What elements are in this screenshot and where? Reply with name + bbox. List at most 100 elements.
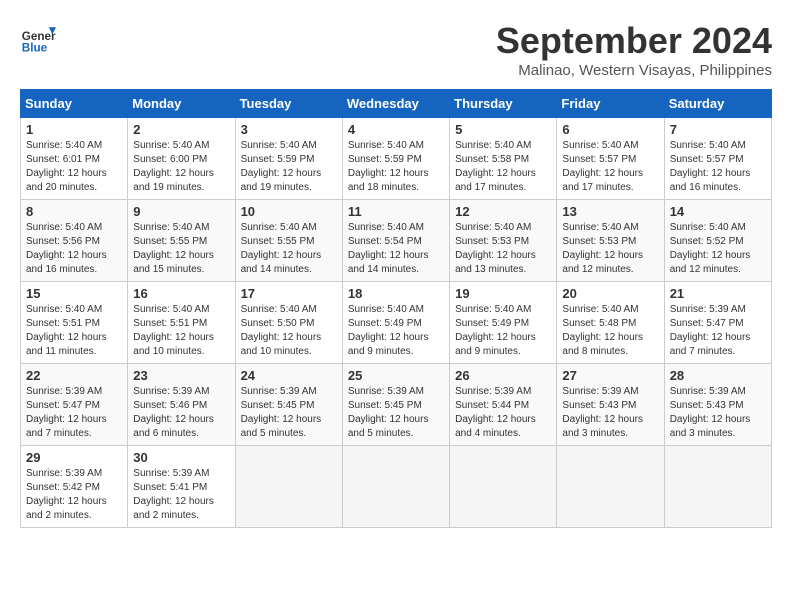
calendar-cell: 9 Sunrise: 5:40 AM Sunset: 5:55 PM Daylig… bbox=[128, 200, 235, 282]
day-number: 16 bbox=[133, 286, 229, 301]
day-info: Sunrise: 5:40 AM Sunset: 5:56 PM Dayligh… bbox=[26, 221, 122, 277]
day-number: 15 bbox=[26, 286, 122, 301]
calendar-cell: 10 Sunrise: 5:40 AM Sunset: 5:55 PM Dayli… bbox=[235, 200, 342, 282]
title-block: September 2024 Malinao, Western Visayas,… bbox=[496, 20, 772, 79]
day-number: 19 bbox=[455, 286, 551, 301]
calendar-week-3: 15 Sunrise: 5:40 AM Sunset: 5:51 PM Dayli… bbox=[21, 282, 772, 364]
calendar-cell: 17 Sunrise: 5:40 AM Sunset: 5:50 PM Dayli… bbox=[235, 282, 342, 364]
calendar-cell: 6 Sunrise: 5:40 AM Sunset: 5:57 PM Daylig… bbox=[557, 118, 664, 200]
calendar-cell: 21 Sunrise: 5:39 AM Sunset: 5:47 PM Dayli… bbox=[664, 282, 771, 364]
calendar-cell: 29 Sunrise: 5:39 AM Sunset: 5:42 PM Dayli… bbox=[21, 446, 128, 528]
day-number: 6 bbox=[562, 122, 658, 137]
day-info: Sunrise: 5:39 AM Sunset: 5:43 PM Dayligh… bbox=[670, 385, 766, 441]
day-info: Sunrise: 5:39 AM Sunset: 5:44 PM Dayligh… bbox=[455, 385, 551, 441]
calendar-cell: 12 Sunrise: 5:40 AM Sunset: 5:53 PM Dayli… bbox=[450, 200, 557, 282]
calendar-cell: 28 Sunrise: 5:39 AM Sunset: 5:43 PM Dayli… bbox=[664, 364, 771, 446]
day-number: 7 bbox=[670, 122, 766, 137]
day-number: 13 bbox=[562, 204, 658, 219]
calendar-week-2: 8Sunrise: 5:40 AM Sunset: 5:56 PM Daylig… bbox=[21, 200, 772, 282]
day-number: 28 bbox=[670, 368, 766, 383]
location-subtitle: Malinao, Western Visayas, Philippines bbox=[496, 62, 772, 79]
calendar-cell: 30 Sunrise: 5:39 AM Sunset: 5:41 PM Dayli… bbox=[128, 446, 235, 528]
day-number: 4 bbox=[348, 122, 444, 137]
calendar-cell bbox=[235, 446, 342, 528]
day-info: Sunrise: 5:39 AM Sunset: 5:45 PM Dayligh… bbox=[241, 385, 337, 441]
day-info: Sunrise: 5:40 AM Sunset: 5:59 PM Dayligh… bbox=[348, 139, 444, 195]
calendar-cell: 14 Sunrise: 5:40 AM Sunset: 5:52 PM Dayli… bbox=[664, 200, 771, 282]
day-number: 26 bbox=[455, 368, 551, 383]
day-info: Sunrise: 5:40 AM Sunset: 5:51 PM Dayligh… bbox=[133, 303, 229, 359]
day-info: Sunrise: 5:40 AM Sunset: 6:00 PM Dayligh… bbox=[133, 139, 229, 195]
day-header-monday: Monday bbox=[128, 90, 235, 118]
day-info: Sunrise: 5:39 AM Sunset: 5:46 PM Dayligh… bbox=[133, 385, 229, 441]
calendar-cell bbox=[450, 446, 557, 528]
day-info: Sunrise: 5:40 AM Sunset: 5:55 PM Dayligh… bbox=[133, 221, 229, 277]
day-info: Sunrise: 5:40 AM Sunset: 5:53 PM Dayligh… bbox=[562, 221, 658, 277]
calendar-cell: 2 Sunrise: 5:40 AM Sunset: 6:00 PM Daylig… bbox=[128, 118, 235, 200]
day-header-tuesday: Tuesday bbox=[235, 90, 342, 118]
day-number: 23 bbox=[133, 368, 229, 383]
calendar-cell: 3Sunrise: 5:40 AM Sunset: 5:59 PM Daylig… bbox=[235, 118, 342, 200]
day-info: Sunrise: 5:39 AM Sunset: 5:42 PM Dayligh… bbox=[26, 467, 122, 523]
calendar-cell: 19 Sunrise: 5:40 AM Sunset: 5:49 PM Dayli… bbox=[450, 282, 557, 364]
day-header-saturday: Saturday bbox=[664, 90, 771, 118]
day-info: Sunrise: 5:40 AM Sunset: 5:49 PM Dayligh… bbox=[455, 303, 551, 359]
day-info: Sunrise: 5:40 AM Sunset: 5:51 PM Dayligh… bbox=[26, 303, 122, 359]
calendar-cell: 8Sunrise: 5:40 AM Sunset: 5:56 PM Daylig… bbox=[21, 200, 128, 282]
day-info: Sunrise: 5:39 AM Sunset: 5:47 PM Dayligh… bbox=[26, 385, 122, 441]
day-header-friday: Friday bbox=[557, 90, 664, 118]
day-number: 27 bbox=[562, 368, 658, 383]
day-info: Sunrise: 5:40 AM Sunset: 5:54 PM Dayligh… bbox=[348, 221, 444, 277]
day-number: 10 bbox=[241, 204, 337, 219]
logo-icon: General Blue bbox=[20, 20, 56, 56]
calendar-cell: 15 Sunrise: 5:40 AM Sunset: 5:51 PM Dayli… bbox=[21, 282, 128, 364]
calendar-cell: 26 Sunrise: 5:39 AM Sunset: 5:44 PM Dayli… bbox=[450, 364, 557, 446]
day-number: 11 bbox=[348, 204, 444, 219]
day-number: 30 bbox=[133, 450, 229, 465]
calendar-cell bbox=[342, 446, 449, 528]
calendar-body: 1Sunrise: 5:40 AM Sunset: 6:01 PM Daylig… bbox=[21, 118, 772, 528]
day-info: Sunrise: 5:40 AM Sunset: 5:55 PM Dayligh… bbox=[241, 221, 337, 277]
calendar-table: SundayMondayTuesdayWednesdayThursdayFrid… bbox=[20, 89, 772, 528]
day-info: Sunrise: 5:40 AM Sunset: 5:49 PM Dayligh… bbox=[348, 303, 444, 359]
calendar-cell bbox=[557, 446, 664, 528]
day-number: 24 bbox=[241, 368, 337, 383]
day-number: 14 bbox=[670, 204, 766, 219]
day-number: 2 bbox=[133, 122, 229, 137]
calendar-cell: 24 Sunrise: 5:39 AM Sunset: 5:45 PM Dayli… bbox=[235, 364, 342, 446]
svg-text:Blue: Blue bbox=[22, 42, 48, 55]
day-number: 20 bbox=[562, 286, 658, 301]
logo: General Blue bbox=[20, 20, 56, 56]
day-number: 29 bbox=[26, 450, 122, 465]
page-header: General Blue September 2024 Malinao, Wes… bbox=[20, 20, 772, 79]
month-year-title: September 2024 bbox=[496, 20, 772, 62]
calendar-cell: 22Sunrise: 5:39 AM Sunset: 5:47 PM Dayli… bbox=[21, 364, 128, 446]
day-info: Sunrise: 5:40 AM Sunset: 5:57 PM Dayligh… bbox=[670, 139, 766, 195]
calendar-cell: 11 Sunrise: 5:40 AM Sunset: 5:54 PM Dayli… bbox=[342, 200, 449, 282]
day-info: Sunrise: 5:40 AM Sunset: 5:57 PM Dayligh… bbox=[562, 139, 658, 195]
day-info: Sunrise: 5:39 AM Sunset: 5:41 PM Dayligh… bbox=[133, 467, 229, 523]
day-number: 3 bbox=[241, 122, 337, 137]
calendar-cell: 25Sunrise: 5:39 AM Sunset: 5:45 PM Dayli… bbox=[342, 364, 449, 446]
calendar-cell: 13 Sunrise: 5:40 AM Sunset: 5:53 PM Dayli… bbox=[557, 200, 664, 282]
day-info: Sunrise: 5:40 AM Sunset: 5:48 PM Dayligh… bbox=[562, 303, 658, 359]
day-number: 12 bbox=[455, 204, 551, 219]
day-number: 25 bbox=[348, 368, 444, 383]
day-number: 21 bbox=[670, 286, 766, 301]
day-header-sunday: Sunday bbox=[21, 90, 128, 118]
day-info: Sunrise: 5:40 AM Sunset: 5:52 PM Dayligh… bbox=[670, 221, 766, 277]
calendar-cell: 27Sunrise: 5:39 AM Sunset: 5:43 PM Dayli… bbox=[557, 364, 664, 446]
day-info: Sunrise: 5:39 AM Sunset: 5:47 PM Dayligh… bbox=[670, 303, 766, 359]
day-header-wednesday: Wednesday bbox=[342, 90, 449, 118]
calendar-cell: 4 Sunrise: 5:40 AM Sunset: 5:59 PM Daylig… bbox=[342, 118, 449, 200]
day-info: Sunrise: 5:40 AM Sunset: 5:53 PM Dayligh… bbox=[455, 221, 551, 277]
calendar-week-5: 29 Sunrise: 5:39 AM Sunset: 5:42 PM Dayli… bbox=[21, 446, 772, 528]
calendar-week-1: 1Sunrise: 5:40 AM Sunset: 6:01 PM Daylig… bbox=[21, 118, 772, 200]
day-number: 17 bbox=[241, 286, 337, 301]
calendar-cell: 16 Sunrise: 5:40 AM Sunset: 5:51 PM Dayli… bbox=[128, 282, 235, 364]
calendar-cell: 5Sunrise: 5:40 AM Sunset: 5:58 PM Daylig… bbox=[450, 118, 557, 200]
day-number: 9 bbox=[133, 204, 229, 219]
calendar-cell: 23 Sunrise: 5:39 AM Sunset: 5:46 PM Dayli… bbox=[128, 364, 235, 446]
day-info: Sunrise: 5:40 AM Sunset: 5:50 PM Dayligh… bbox=[241, 303, 337, 359]
day-number: 1 bbox=[26, 122, 122, 137]
